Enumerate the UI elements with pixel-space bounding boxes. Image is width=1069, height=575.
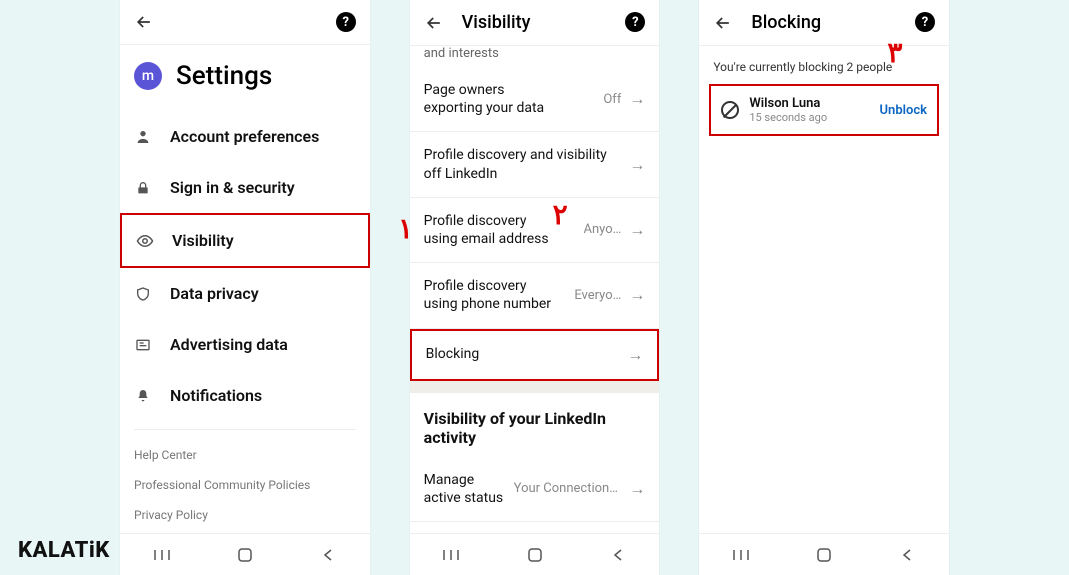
menu-label: Account preferences (170, 127, 319, 146)
menu-label: Data privacy (170, 284, 259, 303)
link-help-center[interactable]: Help Center (134, 440, 356, 470)
nav-home-icon[interactable] (234, 544, 256, 566)
row-share-job-changes[interactable]: Share job changes, education changes, an… (410, 522, 660, 533)
row-label: Manage active status (424, 471, 514, 507)
shield-icon (134, 285, 152, 303)
link-community-policies[interactable]: Professional Community Policies (134, 470, 356, 500)
chevron-right-icon: → (629, 285, 645, 305)
row-value: Anyo… (584, 222, 622, 237)
bell-icon (134, 387, 152, 405)
screen-visibility: Visibility ? and interests Page owners e… (410, 0, 660, 575)
menu-notifications[interactable]: Notifications (120, 370, 370, 421)
row-label: Page owners exporting your data (424, 81, 564, 117)
page-title: Blocking (751, 12, 821, 33)
nav-recent-icon[interactable] (151, 544, 173, 566)
android-navbar (410, 533, 660, 575)
blocking-count-message: You're currently blocking 2 people (699, 46, 949, 84)
menu-label: Sign in & security (170, 178, 295, 197)
menu-advertising-data[interactable]: Advertising data (120, 319, 370, 370)
nav-back-icon[interactable] (896, 544, 918, 566)
back-icon[interactable] (713, 13, 733, 33)
nav-recent-icon[interactable] (730, 544, 752, 566)
row-label: Blocking (426, 345, 480, 363)
row-manage-active-status[interactable]: Manage active status Your Connections o…… (410, 457, 660, 522)
back-icon[interactable] (134, 12, 154, 32)
blocked-icon (721, 101, 739, 119)
chevron-right-icon: → (629, 479, 645, 499)
newspaper-icon (134, 336, 152, 354)
header: Visibility ? (410, 0, 660, 46)
row-label: Profile discovery using email address (424, 212, 564, 248)
link-privacy-policy[interactable]: Privacy Policy (134, 500, 356, 530)
row-label: Profile discovery and visibility off Lin… (424, 146, 624, 182)
nav-recent-icon[interactable] (440, 544, 462, 566)
row-profile-discovery-off-linkedin[interactable]: Profile discovery and visibility off Lin… (410, 132, 660, 197)
row-value: Your Connections o… (514, 481, 622, 496)
row-label: Profile discovery using phone number (424, 277, 564, 313)
android-navbar (120, 533, 370, 575)
help-icon[interactable]: ? (915, 12, 935, 32)
header: Blocking ? (699, 0, 949, 46)
avatar[interactable]: m (134, 62, 162, 90)
blocked-time: 15 seconds ago (749, 111, 869, 124)
lock-icon (134, 179, 152, 197)
back-icon[interactable] (424, 13, 444, 33)
screen-blocking: Blocking ? You're currently blocking 2 p… (699, 0, 949, 575)
row-page-owners-export[interactable]: Page owners exporting your data Off → (410, 67, 660, 132)
row-profile-discovery-email[interactable]: Profile discovery using email address An… (410, 198, 660, 263)
menu-account-preferences[interactable]: Account preferences (120, 111, 370, 162)
unblock-button[interactable]: Unblock (880, 103, 928, 118)
nav-back-icon[interactable] (607, 544, 629, 566)
cutoff-text: and interests (410, 46, 660, 67)
nav-home-icon[interactable] (524, 544, 546, 566)
help-icon[interactable]: ? (625, 12, 645, 32)
eye-icon (136, 232, 154, 250)
menu-signin-security[interactable]: Sign in & security (120, 162, 370, 213)
chevron-right-icon: → (629, 220, 645, 240)
menu-visibility[interactable]: Visibility (120, 213, 370, 268)
blocked-user-card: Wilson Luna 15 seconds ago Unblock (709, 84, 939, 136)
page-title: Settings (176, 61, 272, 91)
help-icon[interactable]: ? (336, 12, 356, 32)
chevron-right-icon: → (629, 155, 645, 175)
android-navbar (699, 533, 949, 575)
row-profile-discovery-phone[interactable]: Profile discovery using phone number Eve… (410, 263, 660, 328)
menu-data-privacy[interactable]: Data privacy (120, 268, 370, 319)
chevron-right-icon: → (627, 345, 643, 365)
chevron-right-icon: → (629, 89, 645, 109)
menu-label: Advertising data (170, 335, 288, 354)
nav-back-icon[interactable] (317, 544, 339, 566)
blocked-user-info: Wilson Luna 15 seconds ago (749, 96, 869, 124)
menu-label: Visibility (172, 231, 234, 250)
section-title: Visibility of your LinkedIn activity (410, 393, 660, 457)
menu-label: Notifications (170, 386, 262, 405)
row-value: Everyo… (574, 288, 621, 303)
section-divider (410, 381, 660, 393)
brand-watermark: KALATiK (18, 538, 110, 563)
row-value: Off (603, 92, 621, 107)
footer-links: Help Center Professional Community Polic… (134, 429, 356, 533)
screen-settings: ? m Settings Account preferences Sign in… (120, 0, 370, 575)
blocked-user-name: Wilson Luna (749, 96, 869, 111)
nav-home-icon[interactable] (813, 544, 835, 566)
row-blocking[interactable]: Blocking → (410, 329, 660, 381)
settings-header: m Settings (120, 45, 370, 111)
person-icon (134, 128, 152, 146)
header: ? (120, 0, 370, 45)
page-title: Visibility (462, 12, 531, 33)
